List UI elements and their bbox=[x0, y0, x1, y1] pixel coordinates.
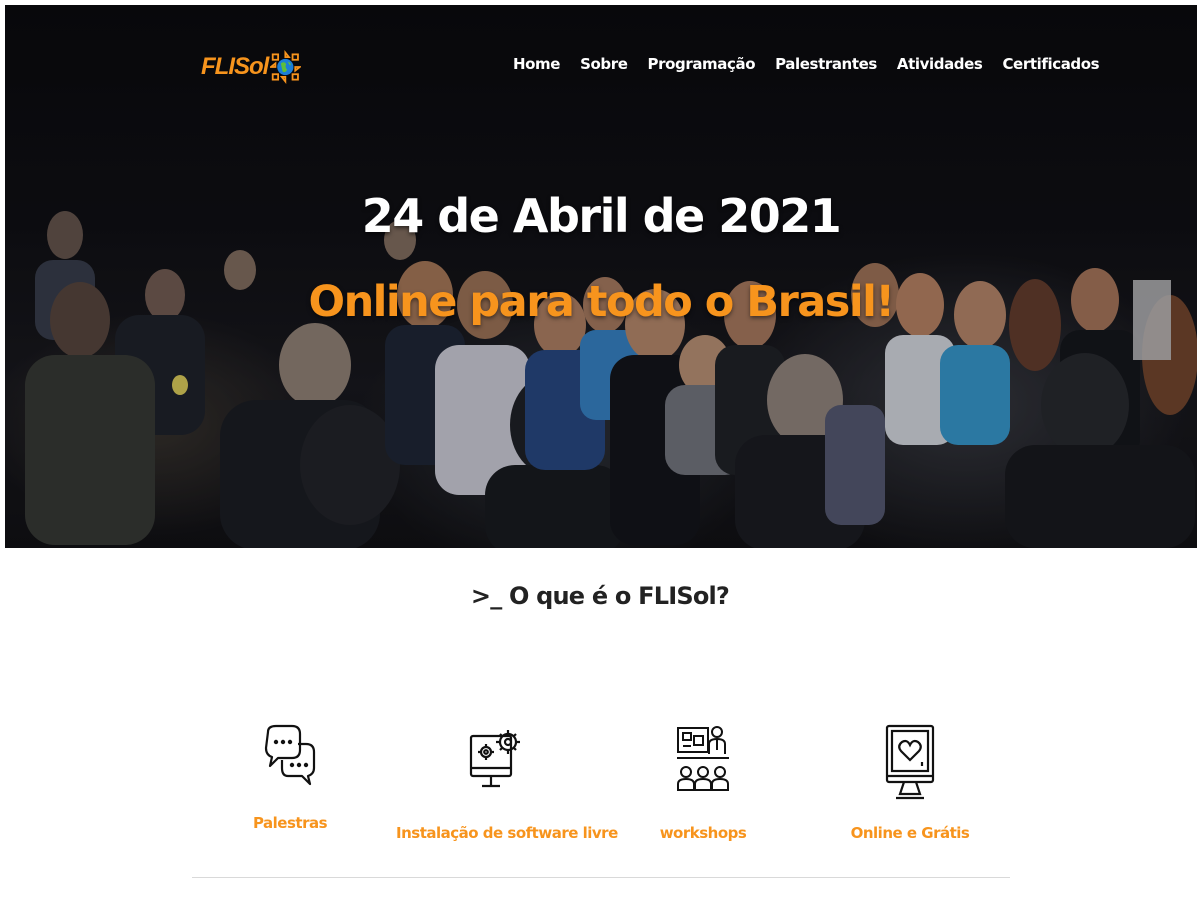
section-divider bbox=[192, 877, 1010, 878]
top-navbar: FLISol Home Sobre Programação Palestrant… bbox=[5, 5, 1197, 115]
hero-banner: FLISol Home Sobre Programação Palestrant… bbox=[5, 5, 1197, 548]
feature-label-palestras: Palestras bbox=[252, 814, 328, 832]
logo-text: FLISol bbox=[201, 53, 269, 80]
nav-atividades[interactable]: Atividades bbox=[897, 55, 983, 73]
features-row: Palestras Instalação de software livre w… bbox=[190, 722, 1010, 852]
feature-label-online-gratis: Online e Grátis bbox=[850, 824, 970, 842]
hero-event-date: 24 de Abril de 2021 bbox=[361, 189, 842, 243]
feature-palestras: Palestras bbox=[190, 722, 390, 832]
about-section-title: >_ O que é o FLISol? bbox=[470, 582, 730, 610]
nav-palestrantes[interactable]: Palestrantes bbox=[775, 55, 877, 73]
hero-subtitle: Online para todo o Brasil! bbox=[308, 277, 895, 327]
monitor-gears-icon bbox=[469, 730, 520, 788]
feature-label-workshops: workshops bbox=[659, 824, 747, 842]
feature-online-gratis: Online e Grátis bbox=[810, 722, 1010, 842]
main-nav: Home Sobre Programação Palestrantes Ativ… bbox=[513, 55, 1100, 73]
nav-certificados[interactable]: Certificados bbox=[1002, 55, 1099, 73]
nav-programacao[interactable]: Programação bbox=[647, 55, 755, 73]
feature-label-instalacao: Instalação de software livre bbox=[396, 824, 618, 842]
nav-sobre[interactable]: Sobre bbox=[580, 55, 628, 73]
globe-logo-icon bbox=[270, 50, 301, 84]
feature-instalacao: Instalação de software livre bbox=[396, 722, 618, 842]
feature-workshops: workshops bbox=[603, 722, 803, 842]
flisol-logo[interactable]: FLISol bbox=[201, 37, 301, 97]
nav-home[interactable]: Home bbox=[513, 55, 560, 73]
presentation-audience-icon bbox=[677, 726, 729, 791]
speech-bubbles-icon bbox=[264, 724, 316, 786]
monitor-heart-icon bbox=[885, 724, 935, 800]
